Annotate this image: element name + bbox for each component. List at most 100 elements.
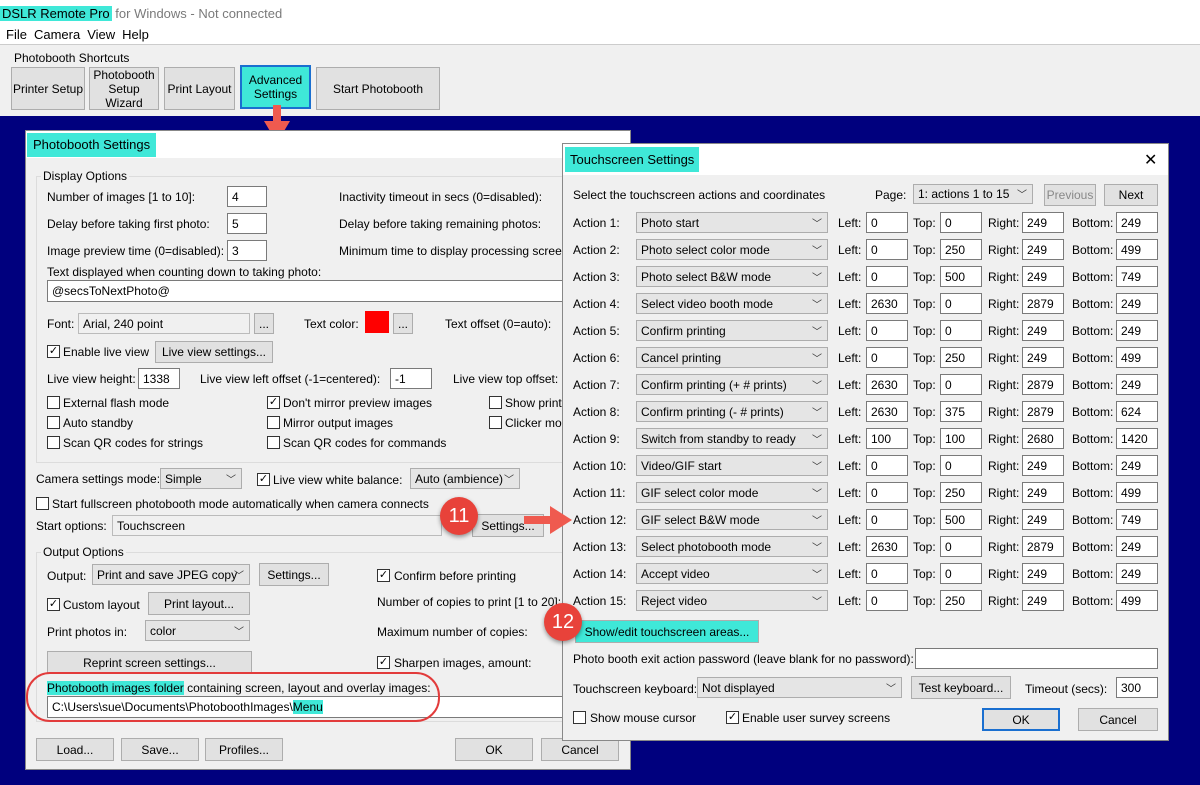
bottom-input[interactable]: 1420 [1116, 428, 1158, 449]
enable-survey-checkbox[interactable]: ✓ [726, 711, 739, 724]
page-select[interactable]: 1: actions 1 to 15 ﹀ [913, 184, 1033, 204]
top-input[interactable]: 0 [940, 455, 982, 476]
action-select[interactable]: Confirm printing ﹀ [636, 320, 828, 341]
show-print-checkbox[interactable] [489, 396, 502, 409]
text-color-browse-button[interactable]: ... [393, 313, 413, 334]
action-select[interactable]: Photo start ﹀ [636, 212, 828, 233]
action-select[interactable]: Select photobooth mode ﹀ [636, 536, 828, 557]
live-view-wb-select[interactable]: Auto (ambience) ﹀ [410, 468, 520, 489]
right-input[interactable]: 249 [1022, 212, 1064, 233]
text-color-swatch[interactable] [365, 311, 389, 333]
custom-layout-checkbox[interactable]: ✓ [47, 598, 60, 611]
live-view-left-input[interactable]: -1 [390, 368, 432, 389]
test-keyboard-button[interactable]: Test keyboard... [911, 676, 1011, 699]
action-select[interactable]: Confirm printing (+ # prints) ﹀ [636, 374, 828, 395]
live-view-height-input[interactable]: 1338 [138, 368, 180, 389]
top-input[interactable]: 0 [940, 293, 982, 314]
print-photos-in-select[interactable]: color ﹀ [145, 620, 250, 641]
right-input[interactable]: 2680 [1022, 428, 1064, 449]
right-input[interactable]: 249 [1022, 347, 1064, 368]
advanced-settings-button[interactable]: Advanced Settings [240, 65, 311, 109]
right-input[interactable]: 249 [1022, 266, 1064, 287]
preview-time-input[interactable]: 3 [227, 240, 267, 261]
menu-help[interactable]: Help [122, 27, 149, 42]
exit-password-input[interactable] [915, 648, 1158, 669]
left-input[interactable]: 0 [866, 509, 908, 530]
action-select[interactable]: Accept video ﹀ [636, 563, 828, 584]
left-input[interactable]: 0 [866, 590, 908, 611]
next-button[interactable]: Next [1104, 184, 1158, 206]
keyboard-select[interactable]: Not displayed ﹀ [697, 677, 902, 698]
left-input[interactable]: 2630 [866, 374, 908, 395]
left-input[interactable]: 0 [866, 212, 908, 233]
left-input[interactable]: 2630 [866, 536, 908, 557]
photobooth-setup-wizard-button[interactable]: Photobooth Setup Wizard [89, 67, 159, 110]
left-input[interactable]: 100 [866, 428, 908, 449]
menu-camera[interactable]: Camera [34, 27, 80, 42]
start-photobooth-button[interactable]: Start Photobooth [316, 67, 440, 110]
bottom-input[interactable]: 624 [1116, 401, 1158, 422]
action-select[interactable]: Switch from standby to ready ﹀ [636, 428, 828, 449]
right-input[interactable]: 249 [1022, 590, 1064, 611]
left-input[interactable]: 0 [866, 320, 908, 341]
top-input[interactable]: 100 [940, 428, 982, 449]
scan-qr-strings-checkbox[interactable] [47, 436, 60, 449]
show-edit-touchscreen-button[interactable]: Show/edit touchscreen areas... [575, 620, 759, 643]
print-layout-button[interactable]: Print Layout [164, 67, 235, 110]
action-select[interactable]: Confirm printing (- # prints) ﹀ [636, 401, 828, 422]
action-select[interactable]: Reject video ﹀ [636, 590, 828, 611]
photobooth-cancel-button[interactable]: Cancel [541, 738, 619, 761]
previous-button[interactable]: Previous [1044, 184, 1096, 206]
output-settings-button[interactable]: Settings... [259, 563, 329, 586]
action-select[interactable]: GIF select color mode ﹀ [636, 482, 828, 503]
top-input[interactable]: 250 [940, 590, 982, 611]
clicker-mode-checkbox[interactable] [489, 416, 502, 429]
top-input[interactable]: 250 [940, 347, 982, 368]
timeout-input[interactable]: 300 [1116, 677, 1158, 698]
load-button[interactable]: Load... [36, 738, 114, 761]
right-input[interactable]: 2879 [1022, 401, 1064, 422]
bottom-input[interactable]: 249 [1116, 293, 1158, 314]
touchscreen-ok-button[interactable]: OK [982, 708, 1060, 731]
printer-setup-button[interactable]: Printer Setup [11, 67, 85, 110]
bottom-input[interactable]: 749 [1116, 509, 1158, 530]
top-input[interactable]: 500 [940, 266, 982, 287]
live-view-wb-checkbox[interactable]: ✓ [257, 473, 270, 486]
dont-mirror-checkbox[interactable]: ✓ [267, 396, 280, 409]
external-flash-checkbox[interactable] [47, 396, 60, 409]
reprint-settings-button[interactable]: Reprint screen settings... [47, 651, 252, 674]
font-browse-button[interactable]: ... [254, 313, 274, 334]
delay-first-input[interactable]: 5 [227, 213, 267, 234]
right-input[interactable]: 249 [1022, 509, 1064, 530]
left-input[interactable]: 0 [866, 563, 908, 584]
confirm-printing-checkbox[interactable]: ✓ [377, 569, 390, 582]
menu-view[interactable]: View [87, 27, 115, 42]
camera-settings-mode-select[interactable]: Simple ﹀ [160, 468, 242, 489]
top-input[interactable]: 500 [940, 509, 982, 530]
live-view-settings-button[interactable]: Live view settings... [155, 341, 273, 363]
right-input[interactable]: 249 [1022, 239, 1064, 260]
left-input[interactable]: 2630 [866, 401, 908, 422]
right-input[interactable]: 2879 [1022, 536, 1064, 557]
bottom-input[interactable]: 249 [1116, 374, 1158, 395]
bottom-input[interactable]: 249 [1116, 320, 1158, 341]
menu-file[interactable]: File [6, 27, 27, 42]
left-input[interactable]: 0 [866, 266, 908, 287]
action-select[interactable]: GIF select B&W mode ﹀ [636, 509, 828, 530]
right-input[interactable]: 2879 [1022, 293, 1064, 314]
action-select[interactable]: Photo select B&W mode ﹀ [636, 266, 828, 287]
mirror-output-checkbox[interactable] [267, 416, 280, 429]
save-button[interactable]: Save... [121, 738, 199, 761]
show-mouse-checkbox[interactable] [573, 711, 586, 724]
right-input[interactable]: 249 [1022, 563, 1064, 584]
action-select[interactable]: Photo select color mode ﹀ [636, 239, 828, 260]
output-select[interactable]: Print and save JPEG copy ﹀ [92, 564, 250, 585]
enable-live-view-checkbox[interactable]: ✓ [47, 345, 60, 358]
right-input[interactable]: 2879 [1022, 374, 1064, 395]
bottom-input[interactable]: 249 [1116, 563, 1158, 584]
left-input[interactable]: 0 [866, 455, 908, 476]
top-input[interactable]: 0 [940, 536, 982, 557]
left-input[interactable]: 0 [866, 239, 908, 260]
countdown-text-input[interactable]: @secsToNextPhoto@ [47, 280, 563, 302]
top-input[interactable]: 0 [940, 212, 982, 233]
